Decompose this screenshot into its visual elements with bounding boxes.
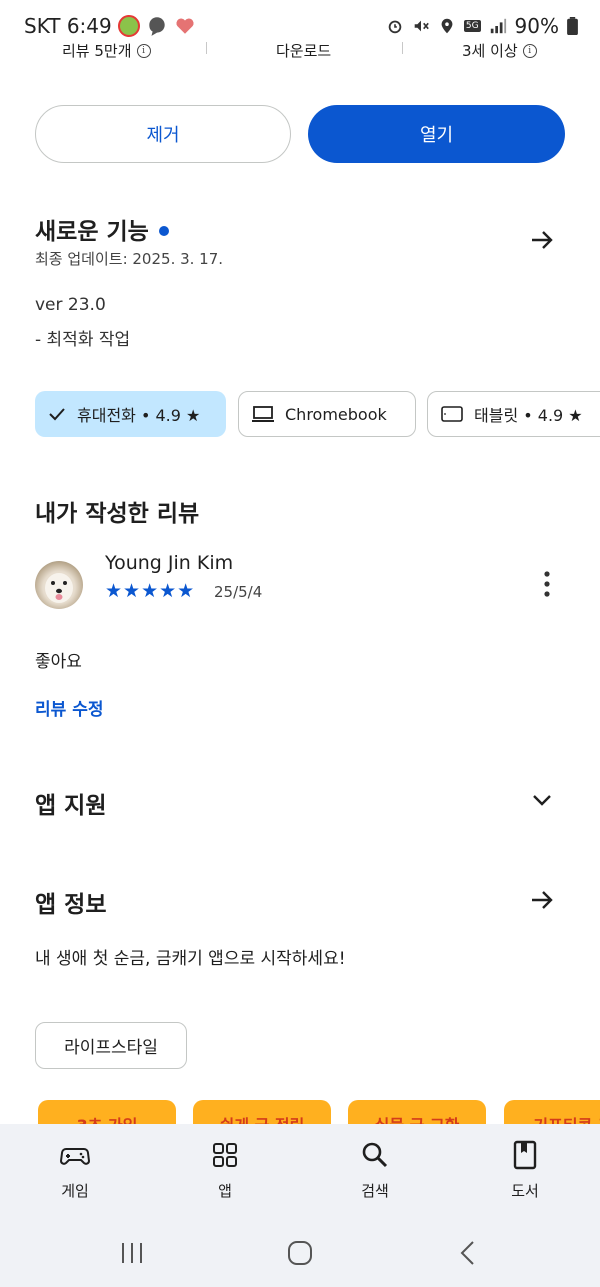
- app-info-title[interactable]: 앱 정보: [35, 885, 107, 919]
- star-rating: ★★★★★: [105, 580, 196, 602]
- category-tag[interactable]: 라이프스타일: [35, 1022, 187, 1069]
- chevron-down-icon[interactable]: [528, 786, 556, 814]
- laptop-icon: [252, 406, 274, 422]
- review-text: 좋아요: [35, 652, 82, 672]
- version-text: ver 23.0: [35, 295, 106, 315]
- signal-icon: [490, 18, 506, 34]
- reviews-count: 리뷰 5만개: [62, 42, 132, 60]
- apps-grid-icon: [213, 1143, 237, 1167]
- notification-app-icon: [117, 15, 140, 37]
- new-indicator-dot: [158, 225, 169, 236]
- mute-icon: [414, 20, 429, 32]
- back-icon[interactable]: [453, 1238, 483, 1268]
- remove-button[interactable]: 제거: [35, 105, 291, 163]
- promo-card[interactable]: 실물 금 교환: [348, 1100, 486, 1126]
- search-icon: [362, 1142, 388, 1168]
- nav-games[interactable]: 게임: [0, 1124, 150, 1220]
- promo-card[interactable]: 쉽게 금 적립: [193, 1100, 331, 1126]
- heart-icon: [176, 18, 194, 34]
- battery-percent: 90%: [514, 14, 559, 38]
- nav-search[interactable]: 검색: [300, 1124, 450, 1220]
- carrier-time: SKT 6:49: [24, 14, 112, 38]
- promo-screenshots: 3초 가입 쉽게 금 적립 실물 금 교환 기프티콘 교: [0, 1100, 600, 1126]
- avatar: [35, 561, 83, 609]
- status-right: 5G 90%: [386, 14, 578, 38]
- chip-tablet[interactable]: 태블릿 • 4.9 ★: [427, 391, 600, 437]
- divider: [206, 42, 207, 54]
- chip-phone[interactable]: 휴대전화 • 4.9 ★: [35, 391, 226, 437]
- system-navigation-bar: [0, 1220, 600, 1287]
- battery-icon: [567, 17, 578, 35]
- downloads-stat: 다운로드: [276, 40, 331, 61]
- tablet-icon: [441, 406, 463, 422]
- info-icon: i: [522, 43, 537, 58]
- messenger-icon: [149, 17, 165, 36]
- info-icon: i: [136, 43, 151, 58]
- chip-phone-label: 휴대전화 • 4.9 ★: [77, 406, 201, 425]
- reviewer-name: Young Jin Kim: [105, 552, 234, 574]
- chip-chromebook-label: Chromebook: [285, 404, 387, 424]
- whats-new-title: 새로운 기능: [35, 219, 149, 245]
- chip-chromebook[interactable]: Chromebook: [238, 391, 416, 437]
- my-review-title: 내가 작성한 리뷰: [35, 501, 200, 527]
- app-support-title[interactable]: 앱 지원: [35, 786, 107, 820]
- age-rating-stat[interactable]: 3세 이상 i: [462, 40, 537, 61]
- more-vert-icon[interactable]: [540, 570, 554, 598]
- app-stats-row: 리뷰 5만개 i 다운로드 3세 이상 i: [0, 40, 600, 64]
- gamepad-icon: [60, 1148, 90, 1165]
- nav-search-label: 검색: [361, 1182, 389, 1200]
- status-left: SKT 6:49: [24, 14, 196, 38]
- downloads-label: 다운로드: [276, 42, 332, 60]
- release-note: - 최적화 작업: [35, 330, 131, 350]
- status-bar: SKT 6:49 5G 90%: [0, 0, 600, 40]
- nav-books[interactable]: 도서: [450, 1124, 600, 1220]
- recent-apps-icon[interactable]: [117, 1238, 147, 1268]
- open-button[interactable]: 열기: [308, 105, 565, 163]
- home-icon[interactable]: [285, 1238, 315, 1268]
- bottom-navigation: 게임 앱 검색 도서: [0, 1124, 600, 1220]
- reviews-stat[interactable]: 리뷰 5만개 i: [62, 40, 151, 61]
- nav-games-label: 게임: [61, 1182, 89, 1200]
- divider: [402, 42, 403, 54]
- dog-avatar-image: [45, 573, 73, 603]
- book-icon: [513, 1140, 537, 1170]
- app-description: 내 생애 첫 순금, 금캐기 앱으로 시작하세요!: [35, 949, 346, 969]
- location-icon: [441, 18, 453, 34]
- last-updated: 최종 업데이트: 2025. 3. 17.: [35, 250, 224, 268]
- check-icon: [49, 408, 65, 421]
- network-badge: 5G: [463, 20, 481, 32]
- arrow-right-icon[interactable]: [528, 886, 556, 914]
- chip-tablet-label: 태블릿 • 4.9 ★: [474, 406, 583, 425]
- nav-apps[interactable]: 앱: [150, 1124, 300, 1220]
- promo-card[interactable]: 기프티콘 교: [504, 1100, 600, 1126]
- review-date: 25/5/4: [214, 583, 263, 601]
- nav-apps-label: 앱: [218, 1182, 232, 1200]
- arrow-right-icon[interactable]: [528, 226, 556, 254]
- whats-new-header[interactable]: 새로운 기능: [35, 212, 169, 246]
- alarm-icon: [388, 20, 402, 34]
- nav-books-label: 도서: [511, 1182, 539, 1200]
- promo-card[interactable]: 3초 가입: [38, 1100, 176, 1126]
- edit-review-link[interactable]: 리뷰 수정: [35, 695, 103, 720]
- age-rating: 3세 이상: [462, 42, 518, 60]
